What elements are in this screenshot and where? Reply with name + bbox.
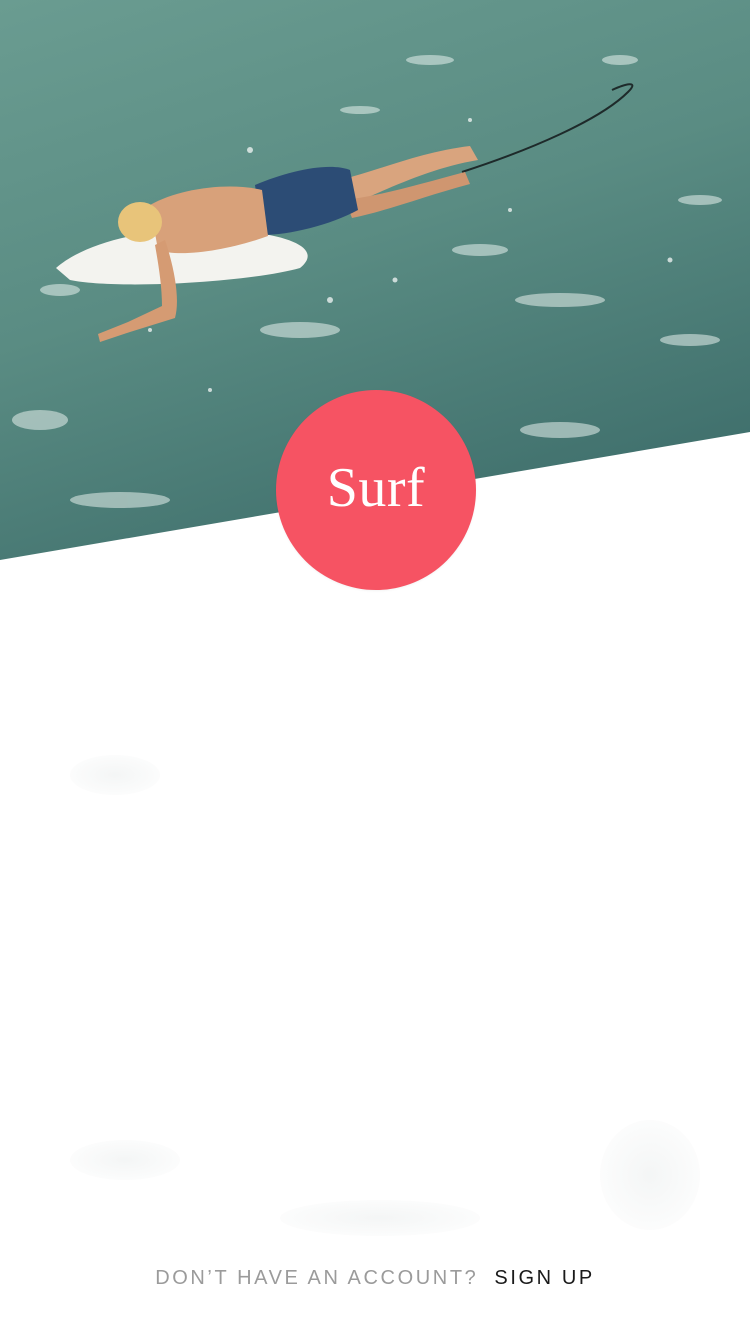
background-decoration [280, 1200, 480, 1236]
signup-prompt: DON’T HAVE AN ACCOUNT? SIGN UP [0, 1262, 750, 1294]
login-screen: Surf DON’T HAVE AN ACCOUNT? SIGN UP [0, 0, 750, 1334]
logo-badge: Surf [276, 390, 476, 590]
logo-text: Surf [326, 457, 426, 519]
background-decoration [600, 1120, 700, 1230]
sign-up-link[interactable]: SIGN UP [494, 1267, 594, 1290]
no-account-text: DON’T HAVE AN ACCOUNT? [155, 1266, 479, 1289]
background-decoration [70, 1140, 180, 1180]
background-decoration [70, 755, 160, 795]
